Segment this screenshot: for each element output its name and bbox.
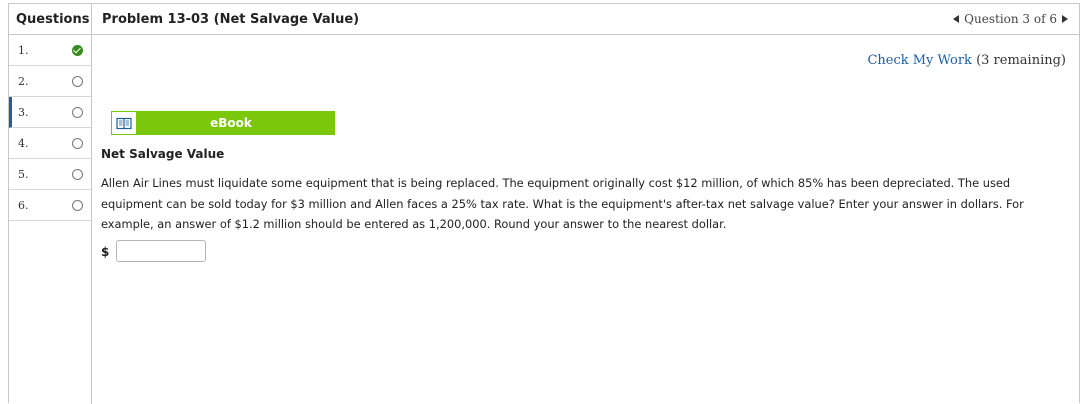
completed-check-icon — [72, 45, 83, 56]
sidebar-item-question-5[interactable]: 5. — [9, 159, 91, 190]
unanswered-circle-icon — [72, 169, 83, 180]
unanswered-circle-icon — [72, 138, 83, 149]
question-header: Problem 13-03 (Net Salvage Value) Questi… — [92, 4, 1080, 35]
sidebar-item-question-3[interactable]: 3. — [9, 97, 91, 128]
question-number: 2. — [18, 75, 29, 88]
sidebar-item-question-2[interactable]: 2. — [9, 66, 91, 97]
section-title: Net Salvage Value — [101, 147, 225, 161]
question-position: Question 3 of 6 — [964, 12, 1057, 26]
check-my-work: Check My Work (3 remaining) — [867, 53, 1066, 68]
sidebar-item-question-4[interactable]: 4. — [9, 128, 91, 159]
next-question-arrow-icon[interactable] — [1062, 15, 1068, 23]
sidebar-header: Questions — [9, 4, 91, 35]
currency-symbol: $ — [101, 245, 110, 259]
question-number: 3. — [18, 106, 29, 119]
page-title: Problem 13-03 (Net Salvage Value) — [102, 12, 360, 27]
question-panel: Problem 13-03 (Net Salvage Value) Questi… — [92, 4, 1080, 404]
previous-question-arrow-icon[interactable] — [953, 15, 960, 23]
ebook-button[interactable]: eBook — [111, 111, 335, 135]
unanswered-circle-icon — [72, 76, 83, 87]
sidebar-item-question-1[interactable]: 1. — [9, 35, 91, 66]
question-number: 6. — [18, 199, 29, 212]
question-number: 5. — [18, 168, 29, 181]
assignment-frame: Questions 1. 2. 3. 4. 5. 6. Problem 13-0… — [8, 3, 1080, 404]
problem-statement: Allen Air Lines must liquidate some equi… — [101, 176, 1024, 231]
ebook-label: eBook — [210, 116, 252, 130]
check-my-work-link[interactable]: Check My Work — [867, 53, 972, 68]
unanswered-circle-icon — [72, 200, 83, 211]
sidebar-item-question-6[interactable]: 6. — [9, 190, 91, 221]
answer-input[interactable] — [116, 240, 206, 262]
question-number: 4. — [18, 137, 29, 150]
question-number: 1. — [18, 44, 29, 57]
unanswered-circle-icon — [72, 107, 83, 118]
attempts-remaining: (3 remaining) — [976, 53, 1066, 68]
question-navigator: Question 3 of 6 — [953, 12, 1068, 26]
question-sidebar: Questions 1. 2. 3. 4. 5. 6. — [9, 4, 92, 404]
